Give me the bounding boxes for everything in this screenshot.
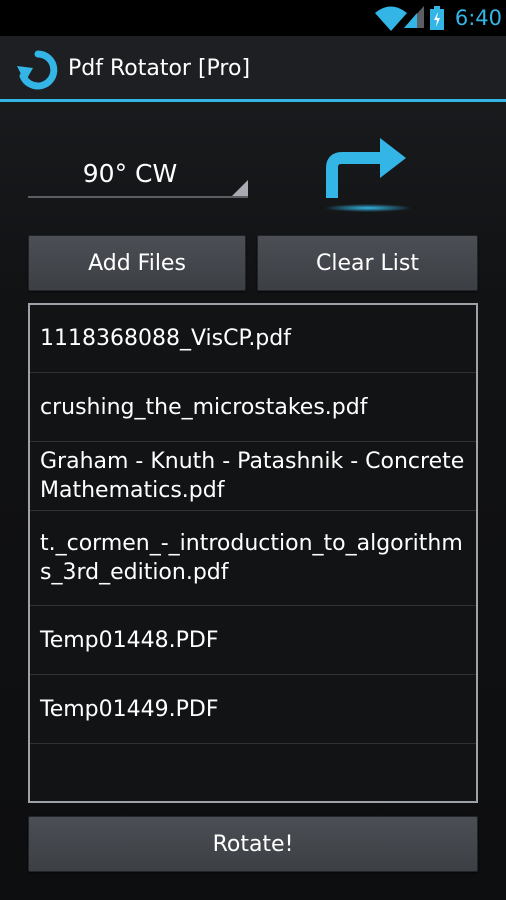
rotation-spinner[interactable]: 90° CW [28,150,248,198]
add-files-button[interactable]: Add Files [28,235,246,291]
list-item[interactable]: Graham - Knuth - Patashnik - Concrete Ma… [30,442,476,511]
status-bar: 6:40 [0,0,506,36]
turn-right-arrow-icon [324,138,412,212]
list-item[interactable]: Temp01448.PDF [30,606,476,675]
status-clock: 6:40 [454,6,502,30]
file-name: Temp01448.PDF [40,627,219,653]
file-name: t._cormen_-_introduction_to_algorithms_3… [40,531,463,585]
app-title: Pdf Rotator [Pro] [68,56,251,81]
file-name: Temp01449.PDF [40,696,219,722]
spinner-dropdown-icon [232,180,248,196]
list-item[interactable]: Temp01449.PDF [30,675,476,744]
file-name: crushing_the_microstakes.pdf [40,394,368,420]
file-list[interactable]: 1118368088_VisCP.pdf crushing_the_micros… [28,303,478,803]
cell-signal-icon [404,6,424,28]
list-item[interactable]: crushing_the_microstakes.pdf [30,373,476,442]
clear-list-button[interactable]: Clear List [257,235,478,291]
rotate-app-icon[interactable] [16,48,60,92]
wifi-icon [375,6,407,31]
battery-charging-icon [430,6,444,30]
list-item[interactable]: t._cormen_-_introduction_to_algorithms_3… [30,511,476,606]
list-item[interactable]: 1118368088_VisCP.pdf [30,305,476,373]
file-name: 1118368088_VisCP.pdf [40,326,291,351]
action-bar: Pdf Rotator [Pro] [0,36,506,102]
file-name: Graham - Knuth - Patashnik - Concrete Ma… [40,449,465,503]
rotate-button[interactable]: Rotate! [28,816,478,872]
screen: 6:40 Pdf Rotator [Pro] 90° CW Add Files … [0,0,506,900]
rotation-selected-value: 90° CW [82,159,178,188]
